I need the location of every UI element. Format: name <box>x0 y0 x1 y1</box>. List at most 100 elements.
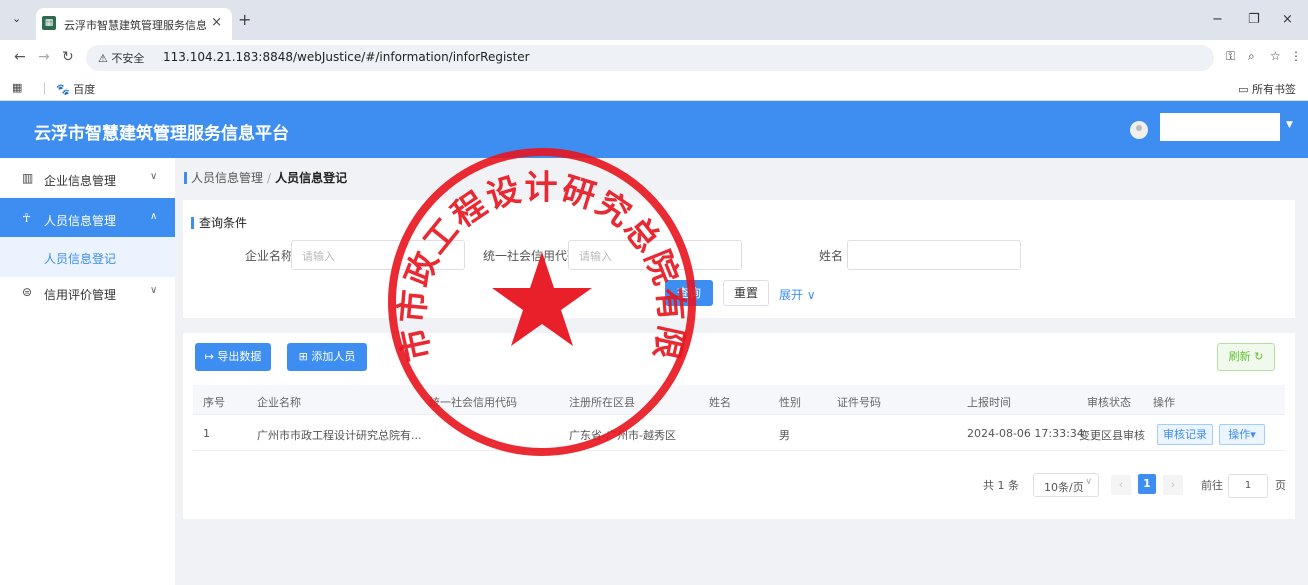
add-person-button[interactable]: ⊞ 添加人员 <box>287 343 367 371</box>
person-name-label: 姓名 <box>819 249 844 263</box>
next-page-button[interactable]: › <box>1163 475 1183 495</box>
all-bookmarks-label: 所有书签 <box>1252 83 1296 96</box>
refresh-icon: ↻ <box>1254 350 1264 363</box>
sidebar-item-label: 信用评价管理 <box>44 288 117 302</box>
tab-list-chevron-icon[interactable]: ⌄ <box>12 12 21 25</box>
prev-page-button[interactable]: ‹ <box>1111 475 1131 495</box>
export-data-button[interactable]: ↦ 导出数据 <box>195 343 271 371</box>
company-name-input[interactable]: 请输入 <box>291 240 465 270</box>
cell-report-time: 2024-08-06 17:33:34 <box>967 427 1084 440</box>
expand-toggle[interactable]: 展开 ∨ <box>779 286 816 303</box>
tab-title: 云浮市智慧建筑管理服务信息平 <box>64 19 206 32</box>
sidebar-item-enterprise[interactable]: ▥ 企业信息管理 ∨ <box>0 158 175 200</box>
person-name-input[interactable] <box>847 240 1021 270</box>
breadcrumb-parent[interactable]: 人员信息管理 <box>191 171 263 185</box>
personnel-table-panel: ↦ 导出数据 ⊞ 添加人员 刷新 ↻ 序号 企业名称 统一社会信用代码 注册所在… <box>183 333 1295 519</box>
window-close-icon[interactable]: × <box>1282 12 1293 27</box>
tab-close-icon[interactable]: × <box>211 15 222 30</box>
credit-code-input[interactable]: 请输入 <box>568 240 742 270</box>
credit-code-label: 统一社会信用代码 <box>483 249 580 263</box>
column-header-credit-code: 统一社会信用代码 <box>429 396 517 409</box>
operations-dropdown-button[interactable]: 操作▾ <box>1219 424 1265 445</box>
page-number-current[interactable]: 1 <box>1138 474 1156 494</box>
chevron-down-icon: ∨ <box>1085 477 1092 487</box>
app-title: 云浮市智慧建筑管理服务信息平台 <box>34 124 289 144</box>
browser-tab[interactable]: ▦ 云浮市智慧建筑管理服务信息平 × <box>36 8 232 40</box>
column-header-gender: 性别 <box>779 396 801 409</box>
expand-label: 展开 <box>779 288 804 302</box>
chevron-down-icon: ∨ <box>150 285 158 296</box>
export-label: 导出数据 <box>217 350 262 363</box>
refresh-button[interactable]: 刷新 ↻ <box>1217 343 1275 371</box>
search-button[interactable]: 查询 <box>665 280 713 306</box>
app-header: 云浮市智慧建筑管理服务信息平台 ▼ <box>0 101 1308 158</box>
bookmark-star-icon[interactable]: ☆ <box>1270 49 1281 63</box>
address-bar: ← → ↻ ⚠ 不安全 113.104.21.183:8848/webJusti… <box>0 40 1308 76</box>
window-restore-icon[interactable]: ❐ <box>1248 12 1260 27</box>
add-label: 添加人员 <box>311 350 356 363</box>
query-panel: 查询条件 企业名称 请输入 统一社会信用代码 请输入 姓名 查询 重置 展开 ∨ <box>183 200 1295 318</box>
audit-records-button[interactable]: 审核记录 <box>1157 424 1213 445</box>
column-header-status: 审核状态 <box>1087 396 1131 409</box>
forward-arrow-icon[interactable]: → <box>38 49 50 65</box>
goto-label: 前往 <box>1201 479 1223 492</box>
bookmark-baidu[interactable]: 🐾 百度 <box>56 81 95 97</box>
site-favicon-icon: ▦ <box>42 16 56 30</box>
sidebar-item-personnel[interactable]: ☥ 人员信息管理 ∧ <box>0 198 175 240</box>
apps-grid-icon[interactable]: ▦ <box>12 81 22 94</box>
operations-label: 操作 <box>1228 428 1251 441</box>
page-suffix-label: 页 <box>1275 479 1286 492</box>
reset-button[interactable]: 重置 <box>723 280 769 306</box>
chevron-up-icon: ∧ <box>150 211 158 222</box>
cell-index: 1 <box>203 427 210 440</box>
password-key-icon[interactable]: ⚿ <box>1226 49 1235 64</box>
new-tab-button[interactable]: + <box>238 10 251 29</box>
sidebar-item-credit[interactable]: ⊜ 信用评价管理 ∨ <box>0 272 175 314</box>
menu-dots-icon[interactable]: ⋮ <box>1290 49 1302 63</box>
all-bookmarks[interactable]: ▭ 所有书签 <box>1238 81 1296 97</box>
column-header-index: 序号 <box>203 396 225 409</box>
browser-tab-bar: ⌄ ▦ 云浮市智慧建筑管理服务信息平 × + − ❐ × <box>0 0 1308 40</box>
building-icon: ▥ <box>22 171 34 185</box>
table-row: 1 广州市市政工程设计研究总院有... 广东省-广州市-越秀区 男 2024-0… <box>193 417 1285 451</box>
company-name-placeholder: 请输入 <box>302 250 335 263</box>
column-header-district: 注册所在区县 <box>569 396 635 409</box>
refresh-label: 刷新 <box>1228 350 1251 363</box>
query-title-text: 查询条件 <box>199 216 248 230</box>
url-field[interactable]: ⚠ 不安全 113.104.21.183:8848/webJustice/#/i… <box>86 45 1214 71</box>
zoom-icon[interactable]: ⌕ <box>1248 49 1255 64</box>
goto-page-input[interactable]: 1 <box>1228 474 1268 498</box>
window-minimize-icon[interactable]: − <box>1212 12 1223 27</box>
pagination-total: 共 1 条 <box>983 479 1019 492</box>
breadcrumb: 人员信息管理 / 人员信息登记 <box>184 169 347 186</box>
user-dropdown-icon[interactable]: ▼ <box>1286 120 1293 130</box>
breadcrumb-marker <box>184 172 187 184</box>
reload-icon[interactable]: ↻ <box>62 49 74 65</box>
column-header-id-number: 证件号码 <box>837 396 881 409</box>
back-arrow-icon[interactable]: ← <box>14 49 26 65</box>
sidebar-subitem-personnel-register[interactable]: 人员信息登记 <box>0 237 175 277</box>
caret-down-icon: ▾ <box>1250 428 1256 441</box>
sidebar-subitem-label: 人员信息登记 <box>44 252 117 266</box>
credit-code-placeholder: 请输入 <box>579 250 612 263</box>
query-title: 查询条件 <box>191 214 247 231</box>
user-avatar-icon[interactable] <box>1130 121 1148 139</box>
chevron-down-icon: ∨ <box>150 171 158 182</box>
sidebar-item-label: 人员信息管理 <box>44 214 117 228</box>
insecure-label: 不安全 <box>111 52 145 65</box>
table-header: 序号 企业名称 统一社会信用代码 注册所在区县 姓名 性别 证件号码 上报时间 … <box>193 385 1285 415</box>
cell-district: 广东省-广州市-越秀区 <box>569 429 676 442</box>
cell-gender: 男 <box>779 429 790 442</box>
bookmark-divider <box>44 82 45 95</box>
pagination: 共 1 条 10条/页 ∨ ‹ 1 › 前往 1 页 <box>183 471 1295 501</box>
url-text: 113.104.21.183:8848/webJustice/#/informa… <box>163 50 530 64</box>
insecure-warning[interactable]: ⚠ 不安全 <box>98 50 144 66</box>
column-header-actions: 操作 <box>1153 396 1175 409</box>
username-redacted[interactable] <box>1160 113 1280 141</box>
cell-status: 变更区县审核 <box>1079 429 1145 442</box>
bookmarks-bar: ▦ 🐾 百度 ▭ 所有书签 <box>0 76 1308 101</box>
page-size-select[interactable]: 10条/页 ∨ <box>1033 473 1099 497</box>
export-icon: ↦ <box>204 350 214 363</box>
user-group-icon: ☥ <box>22 211 31 225</box>
breadcrumb-current: 人员信息登记 <box>275 171 348 185</box>
